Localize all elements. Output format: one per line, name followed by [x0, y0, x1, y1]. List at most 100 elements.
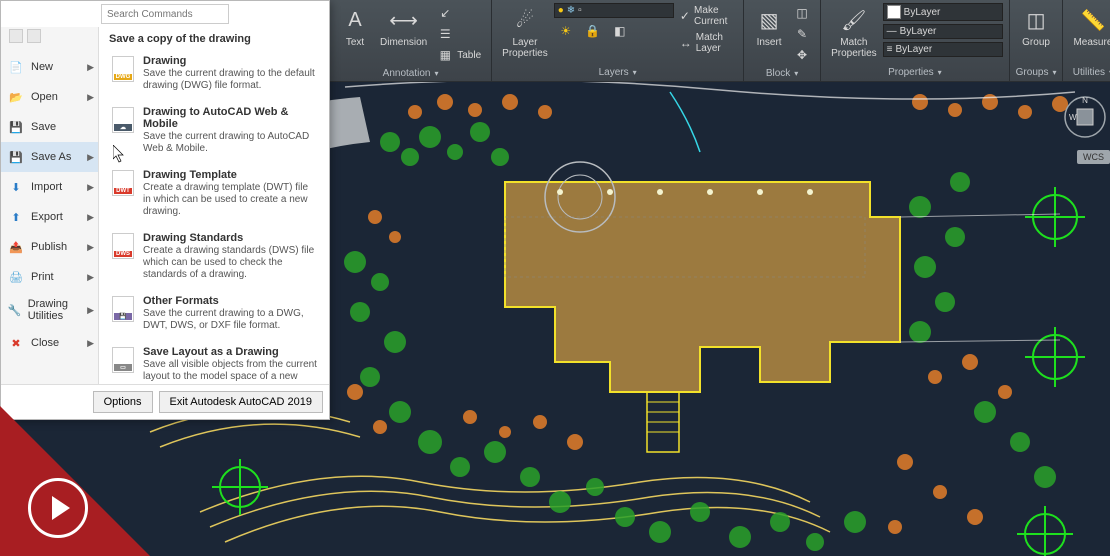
- submenu-arrow-icon: ▶: [87, 212, 94, 223]
- submenu-arrow-icon: ▶: [87, 182, 94, 193]
- option-desc: Save the current drawing to AutoCAD Web …: [143, 131, 317, 155]
- submenu-arrow-icon: ▶: [87, 305, 94, 316]
- menu-item-label: Import: [31, 181, 62, 193]
- group-button[interactable]: ◫Group: [1017, 3, 1055, 50]
- measure-button[interactable]: 📏Measure: [1069, 3, 1110, 50]
- ribbon-group-groups: ◫Group Groups▾: [1010, 0, 1064, 81]
- exit-button[interactable]: Exit Autodesk AutoCAD 2019: [159, 391, 323, 413]
- menu-item-icon: ✖: [7, 334, 25, 352]
- text-button[interactable]: AText: [336, 3, 374, 50]
- submenu-arrow-icon: ▶: [87, 242, 94, 253]
- attr-icon: ✥: [794, 47, 810, 63]
- menu-item-icon: 💾: [7, 118, 25, 136]
- group-title[interactable]: Properties▾: [888, 64, 942, 81]
- insert-button[interactable]: ▧Insert: [750, 3, 788, 50]
- layer-tool-2[interactable]: 🔒: [581, 21, 605, 41]
- saveas-option-drawing[interactable]: DWGDrawingSave the current drawing to th…: [109, 53, 319, 94]
- dimension-icon: ⟷: [389, 5, 419, 35]
- match-properties-button[interactable]: 🖌Match Properties: [827, 3, 881, 61]
- match-layer-icon: ↔: [680, 35, 692, 51]
- option-desc: Save the current drawing to a DWG, DWT, …: [143, 308, 317, 332]
- saveas-option-drawing-standards[interactable]: DWSDrawing StandardsCreate a drawing sta…: [109, 230, 319, 283]
- recent-toggle[interactable]: [9, 29, 41, 43]
- ribbon: AText ⟷Dimension ↙ ☰ ▦Table Annotation▾ …: [330, 0, 1110, 82]
- application-menu: 📄New▶📂Open▶💾Save💾Save As▶⬇Import▶⬆Export…: [0, 0, 330, 420]
- menu-item-label: Save: [31, 121, 56, 133]
- file-type-icon: ☁: [111, 106, 135, 134]
- group-icon: ◫: [1021, 5, 1051, 35]
- menu-item-print[interactable]: 🖨Print▶: [1, 262, 98, 292]
- group-title[interactable]: Annotation▾: [383, 65, 439, 82]
- layer-tool-3[interactable]: ◧: [608, 21, 632, 41]
- color-dropdown[interactable]: ByLayer: [883, 3, 1003, 21]
- linetype-dropdown[interactable]: ≡ByLayer: [883, 42, 1003, 57]
- saveas-panel-title: Save a copy of the drawing: [109, 33, 319, 45]
- file-type-icon: ▭: [111, 346, 135, 374]
- saveas-option-drawing-to-autocad-web-mobile[interactable]: ☁Drawing to AutoCAD Web & MobileSave the…: [109, 104, 319, 157]
- wcs-badge[interactable]: WCS: [1077, 150, 1110, 164]
- menu-item-drawing-utilities[interactable]: 🔧Drawing Utilities▶: [1, 292, 98, 328]
- menu-item-open[interactable]: 📂Open▶: [1, 82, 98, 112]
- group-title[interactable]: Groups▾: [1016, 64, 1057, 81]
- option-title: Drawing: [143, 55, 317, 67]
- cursor-icon: [113, 145, 127, 163]
- layer-misc-icon: ◧: [612, 23, 628, 39]
- option-title: Other Formats: [143, 295, 317, 307]
- insert-icon: ▧: [754, 5, 784, 35]
- submenu-arrow-icon: ▶: [87, 272, 94, 283]
- menu-item-icon: 📂: [7, 88, 25, 106]
- block-tool-3[interactable]: ✥: [790, 45, 814, 65]
- leader-button[interactable]: ↙: [433, 3, 485, 23]
- layers-icon: ☄: [510, 5, 540, 35]
- layer-tool-1[interactable]: ☀: [554, 21, 578, 41]
- ribbon-group-layers: ☄Layer Properties ●❄▫ ☀ 🔒 ◧ ✓Make Curren…: [492, 0, 744, 81]
- menu-item-label: Publish: [31, 241, 67, 253]
- ribbon-group-block: ▧Insert ◫ ✎ ✥ Block▾: [744, 0, 821, 81]
- color-swatch: [887, 5, 901, 19]
- file-type-icon: DWT: [111, 169, 135, 197]
- menu-item-publish[interactable]: 📤Publish▶: [1, 232, 98, 262]
- group-title[interactable]: Utilities▾: [1073, 64, 1110, 81]
- menu-item-save-as[interactable]: 💾Save As▶: [1, 142, 98, 172]
- table-button[interactable]: ▦Table: [433, 45, 485, 65]
- saveas-option-drawing-template[interactable]: DWTDrawing TemplateCreate a drawing temp…: [109, 167, 319, 220]
- svg-text:N: N: [1082, 96, 1088, 105]
- appmenu-left-column: 📄New▶📂Open▶💾Save💾Save As▶⬇Import▶⬆Export…: [1, 27, 99, 384]
- submenu-arrow-icon: ▶: [87, 62, 94, 73]
- layer-dropdown[interactable]: ●❄▫: [554, 3, 674, 18]
- block-tool-1[interactable]: ◫: [790, 3, 814, 23]
- layer-properties-button[interactable]: ☄Layer Properties: [498, 3, 552, 61]
- option-desc: Save all visible objects from the curren…: [143, 359, 317, 383]
- mtext-button[interactable]: ☰: [433, 24, 485, 44]
- menu-item-export[interactable]: ⬆Export▶: [1, 202, 98, 232]
- viewcube[interactable]: NW: [1063, 95, 1108, 140]
- ribbon-group-annotation: AText ⟷Dimension ↙ ☰ ▦Table Annotation▾: [330, 0, 492, 81]
- saveas-option-save-layout-as-a-drawing[interactable]: ▭Save Layout as a DrawingSave all visibl…: [109, 344, 319, 384]
- menu-item-label: Export: [31, 211, 63, 223]
- option-title: Drawing Template: [143, 169, 317, 181]
- block-tool-2[interactable]: ✎: [790, 24, 814, 44]
- menu-item-close[interactable]: ✖Close▶: [1, 328, 98, 358]
- menu-item-save[interactable]: 💾 Save: [1, 112, 98, 142]
- search-commands-input[interactable]: [101, 4, 229, 24]
- menu-item-label: New: [31, 61, 53, 73]
- menu-item-new[interactable]: 📄 New ▶: [1, 52, 98, 82]
- lineweight-dropdown[interactable]: —ByLayer: [883, 24, 1003, 39]
- group-title[interactable]: Layers▾: [599, 64, 637, 81]
- play-button[interactable]: [28, 478, 88, 538]
- saveas-option-other-formats[interactable]: 💾Other FormatsSave the current drawing t…: [109, 293, 319, 334]
- leader-icon: ↙: [437, 5, 453, 21]
- menu-item-icon: 📄: [7, 58, 25, 76]
- group-title[interactable]: Block▾: [766, 65, 798, 82]
- menu-item-icon: ⬇: [7, 178, 25, 196]
- option-desc: Create a drawing standards (DWS) file wh…: [143, 245, 317, 281]
- create-block-icon: ◫: [794, 5, 810, 21]
- measure-icon: 📏: [1078, 5, 1108, 35]
- match-layer-button[interactable]: ↔Match Layer: [676, 30, 737, 56]
- make-current-button[interactable]: ✓Make Current: [676, 3, 737, 29]
- file-type-icon: DWG: [111, 55, 135, 83]
- option-title: Drawing Standards: [143, 232, 317, 244]
- menu-item-import[interactable]: ⬇ Import ▶: [1, 172, 98, 202]
- submenu-arrow-icon: ▶: [87, 338, 94, 349]
- dimension-button[interactable]: ⟷Dimension: [376, 3, 431, 50]
